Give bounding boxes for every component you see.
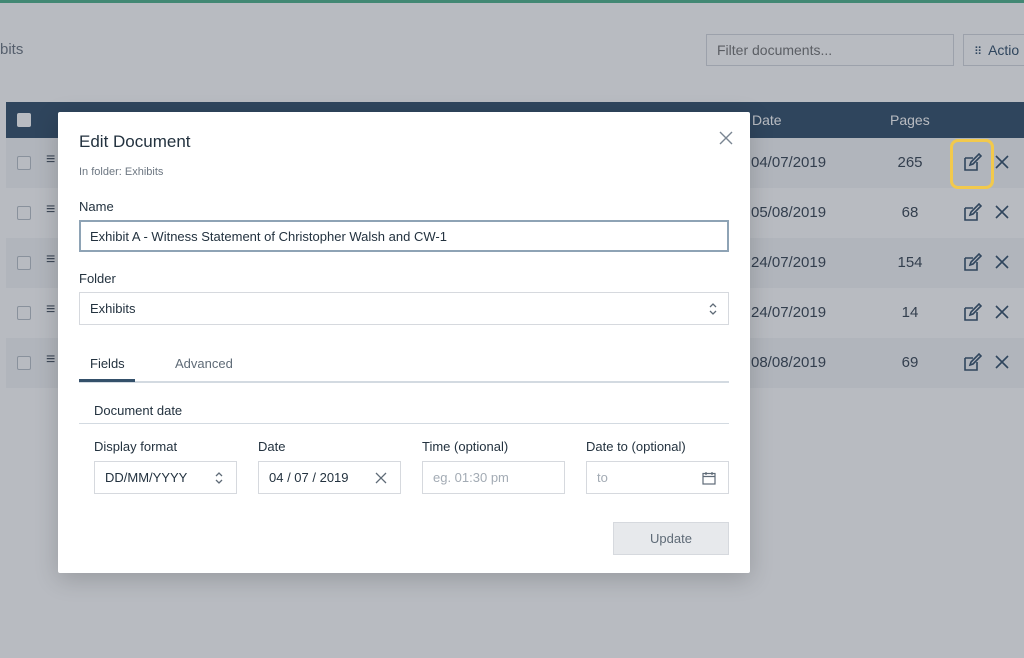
date-label: Date bbox=[258, 439, 286, 454]
folder-select-value: Exhibits bbox=[90, 301, 136, 316]
modal-tabs: Fields Advanced bbox=[79, 348, 729, 383]
calendar-icon[interactable] bbox=[702, 471, 716, 485]
folder-label: Folder bbox=[79, 271, 116, 286]
time-input[interactable]: eg. 01:30 pm bbox=[422, 461, 565, 494]
folder-location-text: In folder: Exhibits bbox=[79, 166, 164, 178]
active-tab-indicator bbox=[79, 379, 135, 382]
display-format-value: DD/MM/YYYY bbox=[105, 470, 188, 485]
edit-document-modal: Edit Document In folder: Exhibits Name F… bbox=[58, 112, 750, 573]
date-to-input[interactable]: to bbox=[586, 461, 729, 494]
time-placeholder: eg. 01:30 pm bbox=[433, 470, 509, 485]
name-input[interactable] bbox=[79, 220, 729, 252]
tab-advanced[interactable]: Advanced bbox=[175, 356, 233, 371]
date-input[interactable]: 04 / 07 / 2019 bbox=[258, 461, 401, 494]
edit-highlight-ring bbox=[950, 139, 994, 189]
clear-icon[interactable] bbox=[374, 471, 388, 485]
time-label: Time (optional) bbox=[422, 439, 509, 454]
close-icon[interactable] bbox=[718, 130, 734, 146]
section-divider bbox=[79, 423, 729, 424]
tab-fields[interactable]: Fields bbox=[90, 356, 125, 371]
modal-title: Edit Document bbox=[79, 132, 191, 151]
updown-icon bbox=[709, 303, 717, 315]
display-format-select[interactable]: DD/MM/YYYY bbox=[94, 461, 237, 494]
update-button[interactable]: Update bbox=[613, 522, 729, 555]
folder-select[interactable]: Exhibits bbox=[79, 292, 729, 325]
date-to-label: Date to (optional) bbox=[586, 439, 686, 454]
date-to-placeholder: to bbox=[597, 470, 608, 485]
name-label: Name bbox=[79, 199, 114, 214]
display-format-label: Display format bbox=[94, 439, 178, 454]
date-value: 04 / 07 / 2019 bbox=[269, 470, 349, 485]
document-date-heading: Document date bbox=[94, 403, 183, 418]
updown-icon bbox=[215, 472, 223, 484]
